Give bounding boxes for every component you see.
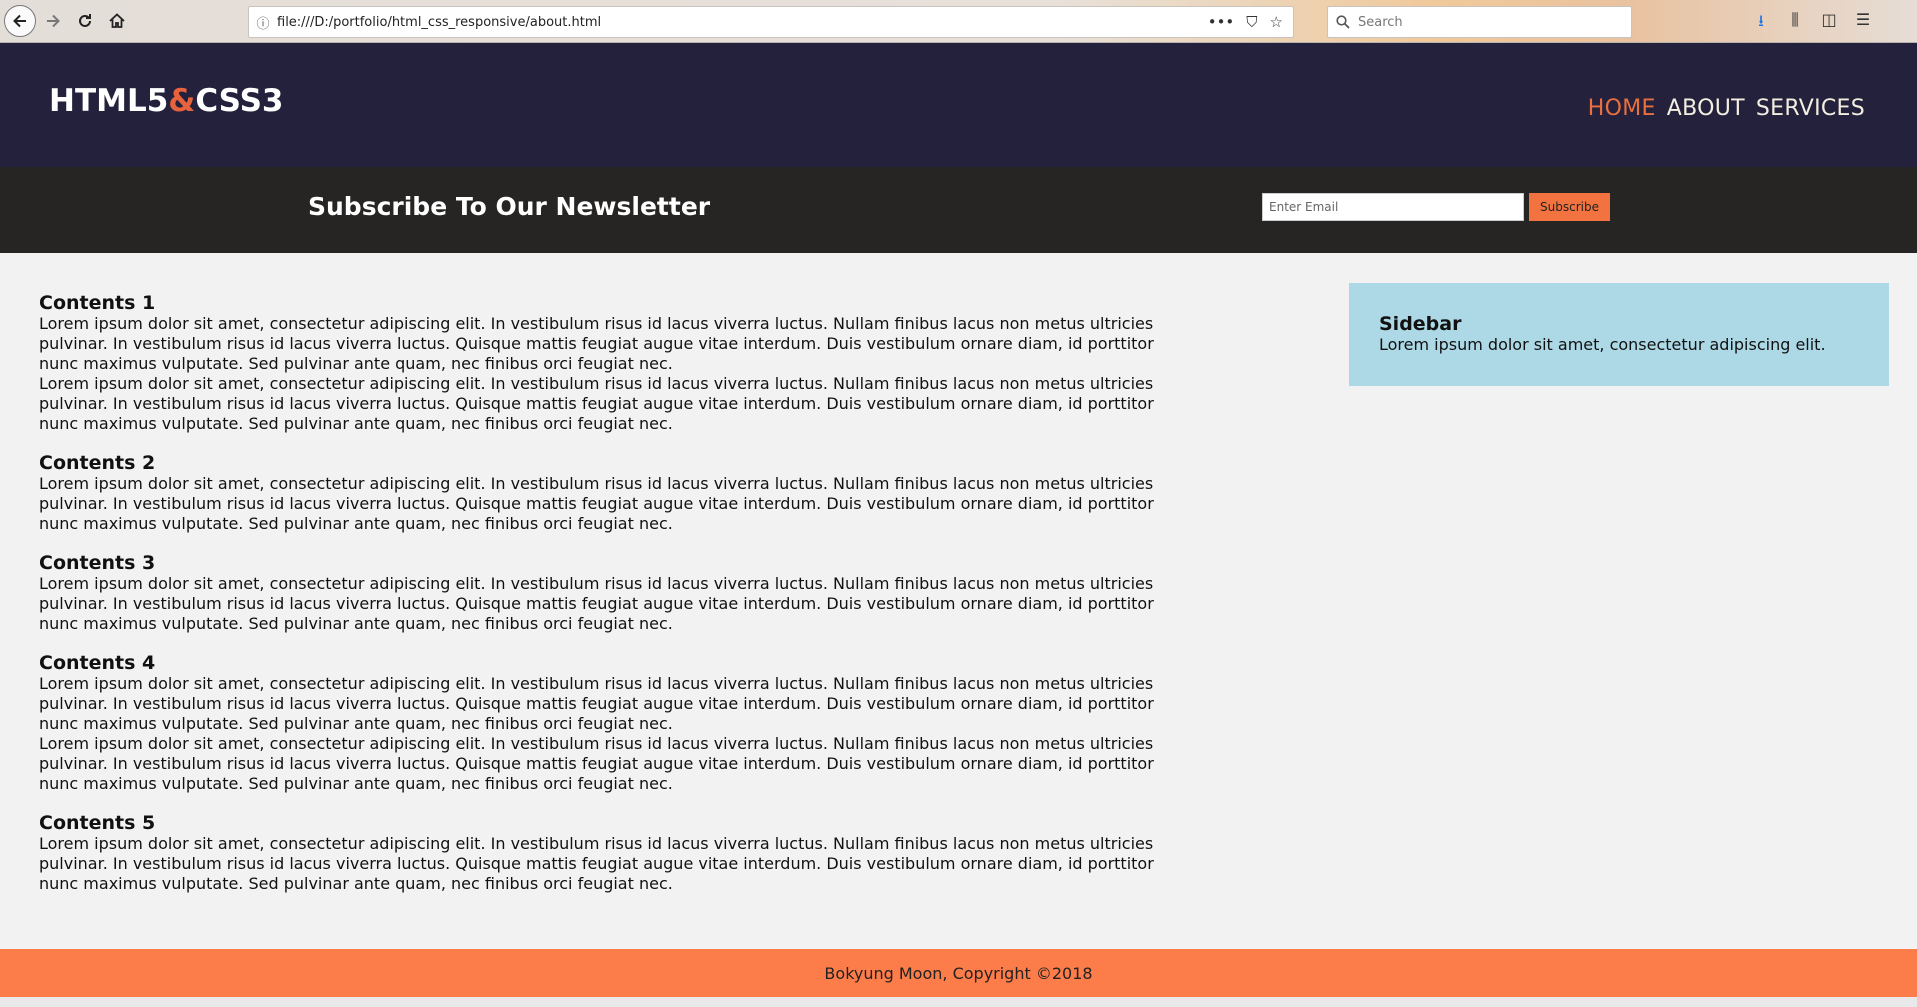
logo-part1: HTML5 (49, 83, 169, 119)
section-title: Contents 3 (39, 552, 156, 574)
forward-icon (47, 14, 60, 28)
forward-button[interactable] (38, 6, 68, 36)
back-button[interactable] (4, 5, 36, 37)
home-icon (109, 13, 125, 28)
email-input[interactable] (1262, 193, 1524, 221)
back-icon (13, 14, 26, 28)
reload-icon (79, 14, 91, 27)
nav-home[interactable]: HOME (1588, 96, 1656, 121)
sidebar-title: Sidebar (1379, 313, 1462, 335)
subscribe-button[interactable]: Subscribe (1529, 193, 1610, 221)
section-paragraph: Lorem ipsum dolor sit amet, consectetur … (39, 314, 1154, 373)
window-bottom-strip (0, 997, 1917, 1007)
site-logo[interactable]: HTML5&CSS3 (49, 83, 283, 119)
nav-about[interactable]: ABOUT (1667, 96, 1745, 121)
reload-button[interactable] (70, 6, 100, 36)
logo-part2: CSS3 (195, 83, 284, 119)
pocket-icon[interactable]: ⛉ (1246, 13, 1257, 31)
content-section: Contents 2 Lorem ipsum dolor sit amet, c… (39, 452, 1174, 534)
home-button[interactable] (102, 6, 132, 36)
library-icon[interactable]: ⫼ (1786, 10, 1804, 37)
browser-toolbar: ⓘ file:///D:/portfolio/html_css_responsi… (0, 0, 1917, 43)
footer-copyright: Bokyung Moon, Copyright ©2018 (824, 963, 1093, 983)
address-bar[interactable]: ⓘ file:///D:/portfolio/html_css_responsi… (248, 6, 1294, 38)
content-section: Contents 4 Lorem ipsum dolor sit amet, c… (39, 652, 1174, 794)
sidebar-text: Lorem ipsum dolor sit amet, consectetur … (1379, 335, 1826, 354)
section-paragraph: Lorem ipsum dolor sit amet, consectetur … (39, 374, 1154, 433)
search-bar[interactable]: Search (1327, 6, 1632, 38)
url-text[interactable]: file:///D:/portfolio/html_css_responsive… (277, 15, 1208, 30)
menu-icon[interactable]: ☰ (1854, 10, 1872, 37)
nav-services[interactable]: SERVICES (1756, 96, 1865, 121)
sidebar-icon[interactable]: ◫ (1820, 10, 1838, 37)
section-title: Contents 5 (39, 812, 156, 834)
content-section: Contents 1 Lorem ipsum dolor sit amet, c… (39, 292, 1174, 434)
section-title: Contents 1 (39, 292, 156, 314)
newsletter-title: Subscribe To Our Newsletter (308, 192, 711, 221)
site-footer: Bokyung Moon, Copyright ©2018 (0, 949, 1917, 997)
search-icon (1336, 15, 1350, 29)
section-paragraph: Lorem ipsum dolor sit amet, consectetur … (39, 574, 1154, 633)
content-section: Contents 3 Lorem ipsum dolor sit amet, c… (39, 552, 1174, 634)
sidebar: Sidebar Lorem ipsum dolor sit amet, cons… (1349, 283, 1889, 386)
section-paragraph: Lorem ipsum dolor sit amet, consectetur … (39, 674, 1154, 733)
logo-amp: & (168, 83, 196, 119)
section-paragraph: Lorem ipsum dolor sit amet, consectetur … (39, 834, 1154, 893)
search-placeholder: Search (1358, 14, 1403, 30)
star-icon[interactable]: ☆ (1270, 13, 1283, 31)
section-title: Contents 4 (39, 652, 156, 674)
section-title: Contents 2 (39, 452, 156, 474)
main-content: Contents 1 Lorem ipsum dolor sit amet, c… (39, 292, 1174, 912)
info-icon[interactable]: ⓘ (249, 13, 277, 32)
site-header: HTML5&CSS3 HOME ABOUT SERVICES (0, 43, 1917, 167)
content-section: Contents 5 Lorem ipsum dolor sit amet, c… (39, 812, 1174, 894)
download-icon[interactable]: ⭳ (1752, 10, 1770, 37)
section-paragraph: Lorem ipsum dolor sit amet, consectetur … (39, 734, 1154, 793)
section-paragraph: Lorem ipsum dolor sit amet, consectetur … (39, 474, 1154, 533)
main-nav: HOME ABOUT SERVICES (1588, 96, 1865, 121)
more-icon[interactable]: ••• (1208, 13, 1235, 31)
newsletter-bar: Subscribe To Our Newsletter Subscribe (0, 167, 1917, 253)
